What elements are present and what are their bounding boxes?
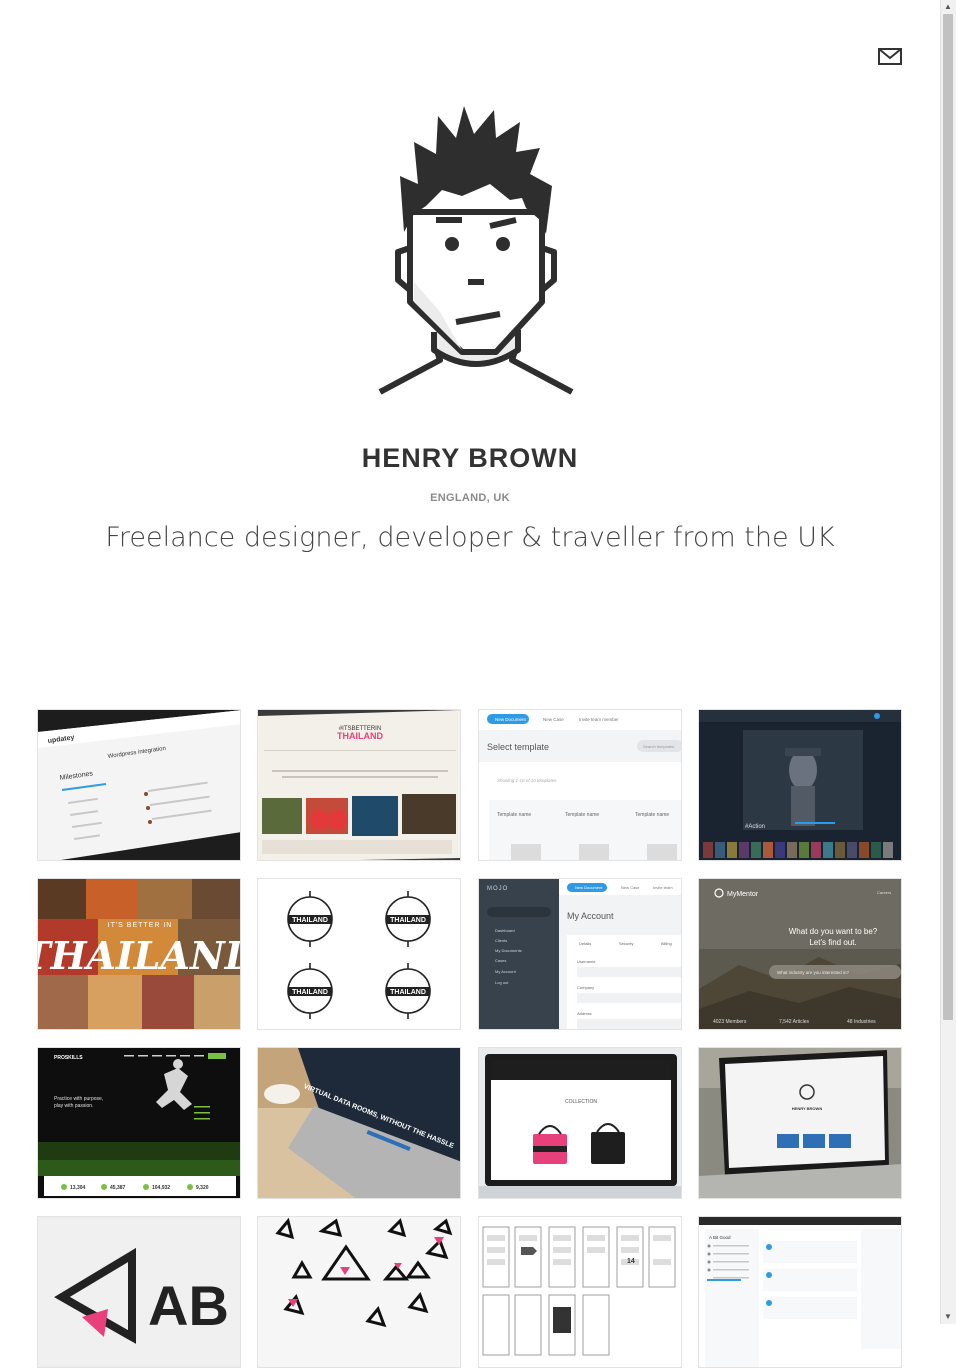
portfolio-tile-triangle-pattern[interactable] [257,1216,461,1368]
tile-text: PROSKILLS [54,1055,83,1061]
tile-text: THAILAND [390,917,426,924]
tile-text: 9,320 [196,1185,209,1191]
tile-text: Log out [495,980,509,985]
portfolio-tile-thailand-badges[interactable]: THAILAND THAILAND THAILAND THAILAND [257,878,461,1030]
tile-text: A Bit Good [709,1235,731,1240]
profile-tagline: Freelance designer, developer & travelle… [105,522,835,553]
portfolio-tile-data-rooms[interactable]: VIRTUAL DATA ROOMS, WITHOUT THE HASSLE [257,1047,461,1199]
tile-text: Select template [487,742,549,752]
tile-text: THAILAND [337,731,383,741]
envelope-icon[interactable] [876,46,904,68]
portfolio-tile-mymentor[interactable]: MyMentor Careers What do you want to be?… [698,878,902,1030]
portfolio-tile-ab-logo[interactable]: AB [37,1216,241,1368]
portfolio-tile-wireframes[interactable]: 14 [478,1216,682,1368]
scroll-down-icon[interactable]: ▼ [940,1310,956,1324]
tile-text: IT'S BETTER IN [108,922,173,929]
tile-text: THAILAND [390,989,426,996]
tile-text: New Document [495,717,527,722]
tile-text: AB [148,1274,229,1337]
tile-text: Search templates [643,744,674,749]
tile-text: Cases [495,958,506,963]
tile-text: 48 Industries [847,1019,876,1025]
tile-text: HENRY BROWN [792,1106,823,1111]
portfolio-tile-mojo-account[interactable]: MOJO Dashboard Clients My Documents Case… [478,878,682,1030]
tile-text: 7,542 Articles [779,1019,810,1025]
portfolio-tile-updatey-dashboard[interactable]: A Bit Good [698,1216,902,1368]
tile-text: Dashboard [495,928,515,933]
tile-text: play with passion. [54,1103,93,1109]
scroll-up-icon[interactable]: ▲ [940,0,956,14]
tile-text: 45,387 [110,1185,126,1191]
tile-text: Showing 1-10 of 10 templates [497,778,557,783]
page: HENRY BROWN ENGLAND, UK Freelance design… [0,0,940,1368]
portfolio-tile-select-template[interactable]: New Document New Case Invite team member… [478,709,682,861]
tile-text: THAILAND [38,933,241,978]
scrollbar-thumb[interactable] [943,14,953,1020]
tile-text: What do you want to be? [789,927,878,936]
tile-text: THAILAND [292,989,328,996]
portfolio-tile-thailand-collage[interactable]: IT'S BETTER IN THAILAND [37,878,241,1030]
tile-text: Template name [565,812,599,818]
tile-text: New Case [621,885,640,890]
tile-text: Invite team [653,885,673,890]
portfolio-tile-action-streaming[interactable]: #Action [698,709,902,861]
tile-text: Template name [635,812,669,818]
profile-location: ENGLAND, UK [430,492,510,504]
tile-text: What industry are you interested in? [777,970,850,975]
tile-text: MyMentor [727,891,759,898]
tile-text: Address [577,1011,592,1016]
tile-text: Billing [661,941,672,946]
tile-text: New Document [575,885,603,890]
tile-text: Clients [495,938,507,943]
tile-text: Details [579,941,591,946]
tile-text: 4023 Members [713,1019,747,1025]
tile-text: MOJO [487,886,508,892]
tile-text: 104,932 [152,1185,170,1191]
tile-text: THAILAND [292,917,328,924]
tile-text: Company [577,985,594,990]
portfolio-tile-bag-shop[interactable]: COLLECTION [478,1047,682,1199]
tile-text: Invite team member [579,717,619,722]
tile-text: My Documents [495,948,522,953]
tile-text: My Account [495,969,517,974]
tile-text: Practice with purpose, [54,1096,103,1102]
portfolio-tile-proskills[interactable]: PROSKILLS Practice with purpose, play wi… [37,1047,241,1199]
tile-text: My Account [567,911,614,921]
tile-text: Template name [497,812,531,818]
tile-text: COLLECTION [565,1099,597,1105]
tile-text: #Action [745,824,765,830]
portfolio-tile-thailand-site[interactable]: #ITSBETTERIN THAILAND [257,709,461,861]
tile-text: 14 [627,1258,635,1265]
avatar-illustration [378,106,574,395]
tile-text: Security [619,941,633,946]
tile-text: Careers [877,890,891,895]
tile-text: Username [577,959,596,964]
profile-name: HENRY BROWN [361,443,579,473]
tile-text: New Case [543,717,564,722]
portfolio-tile-henry-laptop[interactable]: HENRY BROWN [698,1047,902,1199]
tile-text: 13,304 [70,1185,86,1191]
tile-text: Let's find out. [809,938,856,947]
portfolio-tile-updatey[interactable]: updatey Milestones Wordpress integration [37,709,241,861]
